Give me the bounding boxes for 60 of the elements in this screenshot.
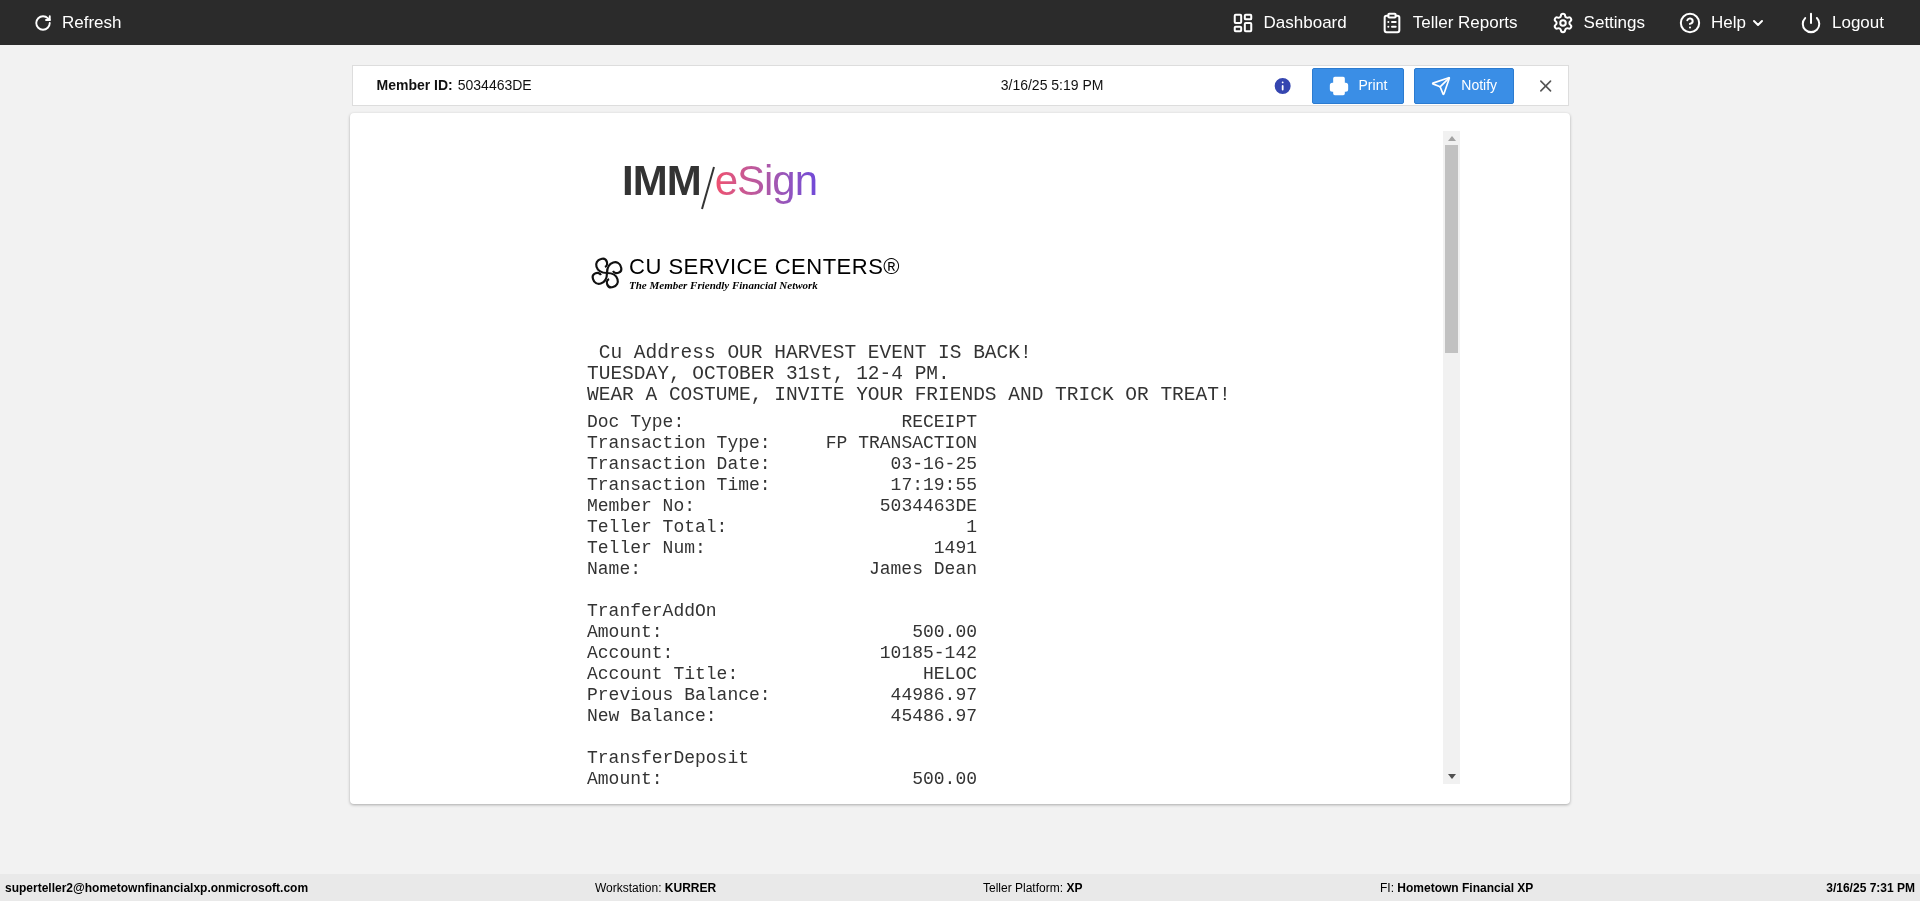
timestamp: 3/16/25 5:19 PM <box>1000 76 1105 95</box>
member-id-label: Member ID: <box>376 76 453 95</box>
status-field: Teller Platform: XP <box>983 878 1380 897</box>
help-icon <box>1679 11 1702 34</box>
receipt-label: Member No: <box>587 496 696 517</box>
receipt-value: HELOC <box>923 664 977 685</box>
receipt-text-line: WEAR A COSTUME, INVITE YOUR FRIENDS AND TRICK OR TREAT! <box>587 385 1232 406</box>
nav-item[interactable]: Logout <box>1800 9 1884 36</box>
user-email: superteller2@hometownfinancialxp.onmicrosoft.com <box>5 879 310 897</box>
receipt-text-line: Cu Address OUR HARVEST EVENT IS BACK! <box>597 343 1033 364</box>
nav-item[interactable]: Dashboard <box>1231 9 1347 36</box>
send-icon <box>1431 75 1452 96</box>
receipt-label: Name: <box>587 559 641 580</box>
section-title: TransferDeposit <box>587 748 751 769</box>
receipt-label: Transaction Date: <box>587 454 771 475</box>
power-icon <box>1800 11 1822 34</box>
scroll-down-icon[interactable] <box>1447 774 1456 779</box>
receipt-value: 5034463DE <box>879 496 977 517</box>
nav-item[interactable]: Teller Reports <box>1380 9 1518 36</box>
receipt-value: 45486.97 <box>890 706 977 727</box>
member-id-value: 5034463DE <box>457 76 533 95</box>
receipt-label: Teller Num: <box>587 538 706 559</box>
receipt-label: Teller Total: <box>587 517 728 538</box>
receipt-value: 500.00 <box>912 622 977 643</box>
receipt-label: Transaction Type: <box>587 433 771 454</box>
dashboard-icon <box>1231 11 1254 34</box>
receipt-label: Account Title: <box>587 664 739 685</box>
receipt-value: 44986.97 <box>890 685 977 706</box>
receipt-value: 03-16-25 <box>890 454 977 475</box>
receipt-value: FP TRANSACTION <box>825 433 977 454</box>
receipt-label: Transaction Time: <box>587 475 771 496</box>
settings-icon <box>1551 11 1574 34</box>
refresh-icon <box>34 13 52 32</box>
scrollbar[interactable] <box>1443 131 1460 784</box>
scrollbar-thumb[interactable] <box>1445 145 1458 353</box>
slash-mark-icon <box>700 166 715 210</box>
receipt-text-line: TUESDAY, OCTOBER 31st, 12-4 PM. <box>587 364 951 385</box>
receipt-value: 1491 <box>933 538 977 559</box>
receipt-value: 1 <box>966 517 977 538</box>
receipt-value: 17:19:55 <box>890 475 977 496</box>
refresh-button[interactable]: Refresh <box>34 9 122 36</box>
receipt-value: 500.00 <box>912 769 977 784</box>
printer-icon <box>1328 75 1349 96</box>
receipt-value: RECEIPT <box>901 412 977 433</box>
status-datetime: 3/16/25 7:31 PM <box>1826 879 1915 897</box>
receipt-label: Account: <box>587 643 674 664</box>
receipt-label: Previous Balance: <box>587 685 771 706</box>
receipt-value: James Dean <box>868 559 977 580</box>
status-field: Workstation: KURRER <box>595 878 983 897</box>
receipt-value: 10185-142 <box>879 643 977 664</box>
receipt-label: Doc Type: <box>587 412 685 433</box>
cu-service-centers-logo: CU SERVICE CENTERS® The Member Friendly Financial Network <box>587 253 1443 293</box>
section-title: TranferAddOn <box>587 601 718 622</box>
receipt-label: Amount: <box>587 622 663 643</box>
nav-item[interactable]: Help <box>1679 9 1766 36</box>
status-field: FI: Hometown Financial XP <box>1380 878 1827 897</box>
receipt-label: Amount: <box>587 769 663 784</box>
esign-logo: IMM eSign <box>622 156 1443 206</box>
nav-item[interactable]: Settings <box>1551 9 1646 36</box>
receipt-label: New Balance: <box>587 706 717 727</box>
